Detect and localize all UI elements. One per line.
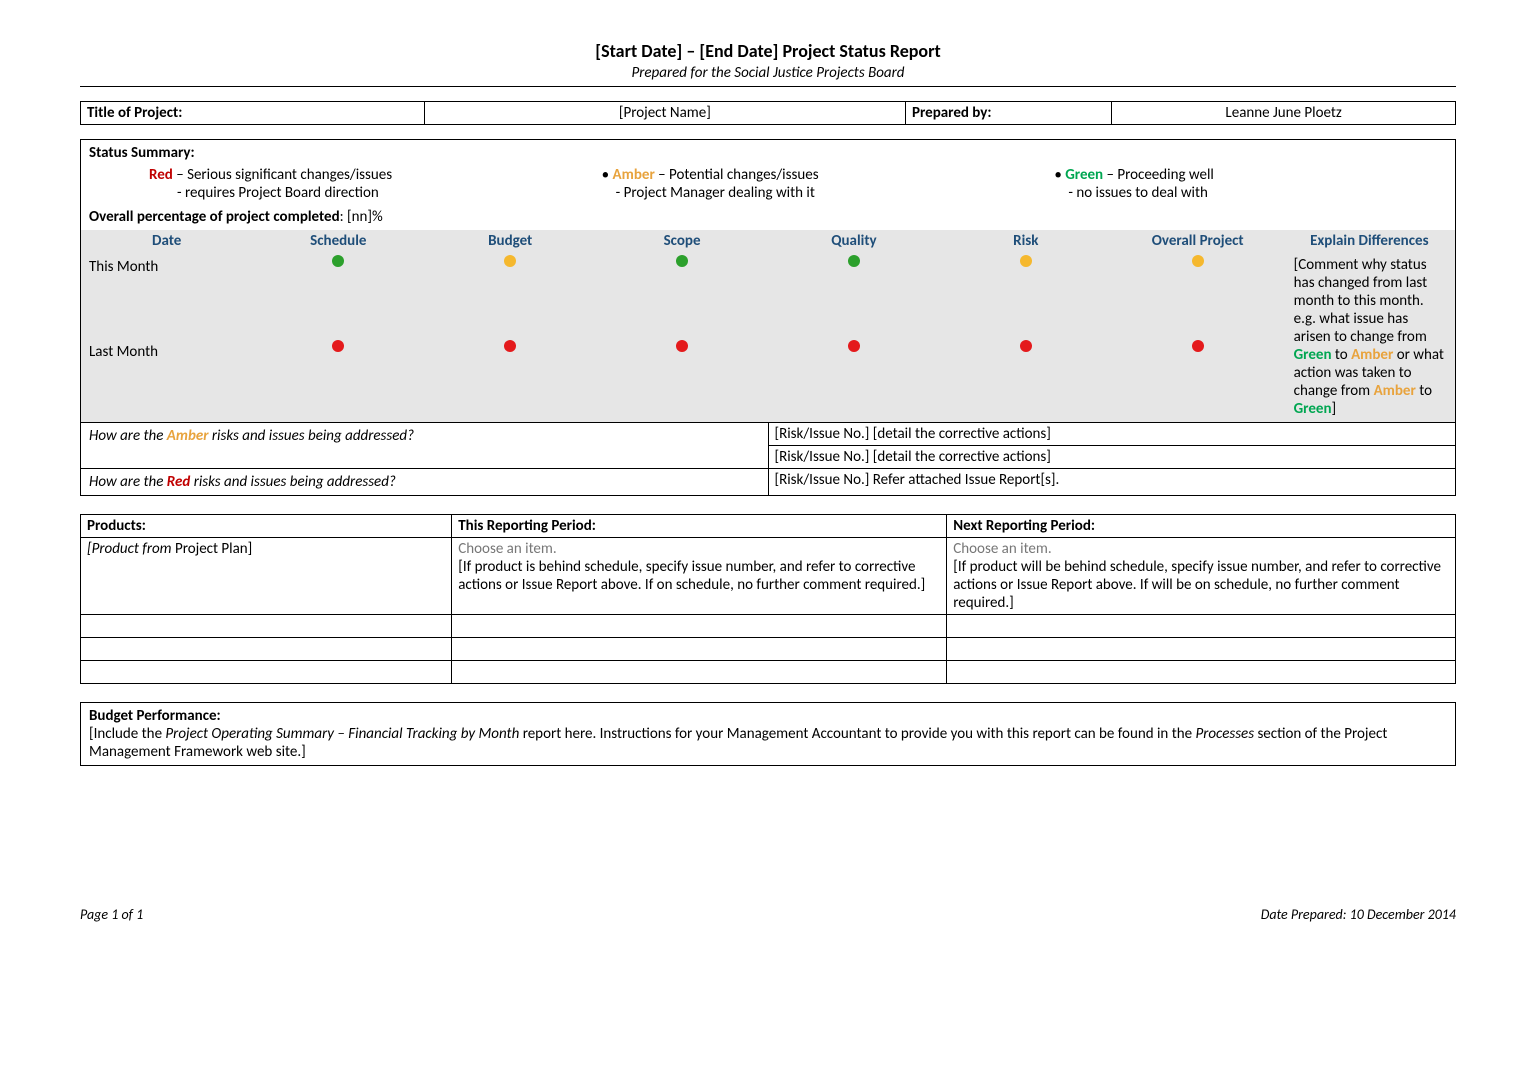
last-month-risk-dot bbox=[940, 337, 1112, 423]
products-empty-2c bbox=[947, 638, 1456, 661]
products-row1-c2: Choose an item. [If product is behind sc… bbox=[452, 538, 947, 615]
this-month-scope-dot bbox=[596, 252, 768, 337]
products-col1: Products: bbox=[81, 515, 452, 538]
budget-performance-cell: Budget Performance: [Include the Project… bbox=[81, 703, 1456, 766]
products-empty-1b bbox=[452, 615, 947, 638]
products-empty-1a bbox=[81, 615, 452, 638]
pct-value: : [nn]% bbox=[340, 208, 383, 226]
products-empty-2a bbox=[81, 638, 452, 661]
title-of-project-label: Title of Project: bbox=[81, 102, 425, 125]
products-row1-c1: [Product from Project Plan] bbox=[81, 538, 452, 615]
legend-green: • Green – Proceeding well - no issues to… bbox=[1054, 166, 1447, 202]
row-last-month-label: Last Month bbox=[81, 337, 253, 423]
col-quality: Quality bbox=[768, 230, 940, 252]
footer-left: Page 1 of 1 bbox=[80, 906, 143, 923]
this-month-risk-dot bbox=[940, 252, 1112, 337]
this-month-quality-dot bbox=[768, 252, 940, 337]
last-month-schedule-dot bbox=[252, 337, 424, 423]
legend-amber: • Amber – Potential changes/issues - Pro… bbox=[602, 166, 995, 202]
this-month-budget-dot bbox=[424, 252, 596, 337]
info-table: Title of Project: [Project Name] Prepare… bbox=[80, 101, 1456, 125]
last-month-overall-dot bbox=[1112, 337, 1284, 423]
project-name: [Project Name] bbox=[424, 102, 905, 125]
report-title: [Start Date] – [End Date] Project Status… bbox=[80, 40, 1456, 62]
col-overall: Overall Project bbox=[1112, 230, 1284, 252]
last-month-budget-dot bbox=[424, 337, 596, 423]
products-table: Products: This Reporting Period: Next Re… bbox=[80, 514, 1456, 684]
col-schedule: Schedule bbox=[252, 230, 424, 252]
prepared-by-label: Prepared by: bbox=[906, 102, 1112, 125]
footer-right: Date Prepared: 10 December 2014 bbox=[1261, 906, 1456, 923]
products-col2: This Reporting Period: bbox=[452, 515, 947, 538]
products-empty-3b bbox=[452, 661, 947, 684]
budget-performance-table: Budget Performance: [Include the Project… bbox=[80, 702, 1456, 766]
legend-red: Red – Serious significant changes/issues… bbox=[149, 166, 542, 202]
col-budget: Budget bbox=[424, 230, 596, 252]
products-empty-1c bbox=[947, 615, 1456, 638]
header-rule bbox=[80, 86, 1456, 87]
col-risk: Risk bbox=[940, 230, 1112, 252]
pct-label: Overall percentage of project completed bbox=[89, 208, 340, 226]
products-empty-3c bbox=[947, 661, 1456, 684]
this-month-schedule-dot bbox=[252, 252, 424, 337]
report-subtitle: Prepared for the Social Justice Projects… bbox=[80, 64, 1456, 82]
last-month-quality-dot bbox=[768, 337, 940, 423]
explain-differences-text: [Comment why status has changed from las… bbox=[1284, 252, 1456, 423]
last-month-scope-dot bbox=[596, 337, 768, 423]
page-footer: Page 1 of 1 Date Prepared: 10 December 2… bbox=[80, 906, 1456, 923]
red-question: How are the Red risks and issues being a… bbox=[81, 469, 769, 496]
col-scope: Scope bbox=[596, 230, 768, 252]
products-empty-3a bbox=[81, 661, 452, 684]
row-this-month-label: This Month bbox=[81, 252, 253, 337]
col-date: Date bbox=[81, 230, 253, 252]
red-answer: [Risk/Issue No.] Refer attached Issue Re… bbox=[768, 469, 1456, 496]
col-explain: Explain Differences bbox=[1284, 230, 1456, 252]
status-summary-table: Status Summary: Red – Serious significan… bbox=[80, 139, 1456, 496]
prepared-by-value: Leanne June Ploetz bbox=[1112, 102, 1456, 125]
products-col3: Next Reporting Period: bbox=[947, 515, 1456, 538]
status-summary-heading: Status Summary: bbox=[89, 144, 1447, 162]
amber-answer-2: [Risk/Issue No.] [detail the corrective … bbox=[768, 446, 1456, 469]
amber-question: How are the Amber risks and issues being… bbox=[81, 423, 769, 469]
products-empty-2b bbox=[452, 638, 947, 661]
amber-answer-1: [Risk/Issue No.] [detail the corrective … bbox=[768, 423, 1456, 446]
products-row1-c3: Choose an item. [If product will be behi… bbox=[947, 538, 1456, 615]
this-month-overall-dot bbox=[1112, 252, 1284, 337]
